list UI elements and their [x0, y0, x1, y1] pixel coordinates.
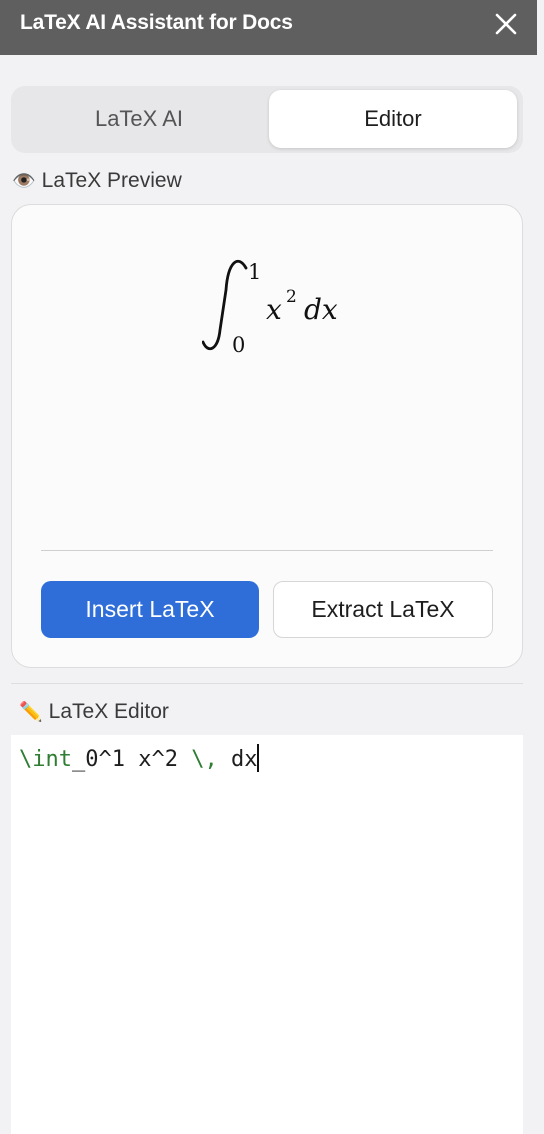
- formula-upper-limit: 1: [248, 260, 261, 284]
- latex-preview-card: 1 0 x 2 dx Insert LaTeX Extract LaTeX: [11, 204, 523, 668]
- editor-label-text: LaTeX Editor: [48, 700, 169, 723]
- section-divider: [11, 683, 523, 684]
- mode-tabs: LaTeX AI Editor: [11, 86, 523, 153]
- latex-editor-input[interactable]: \int_0^1 x^2 \, dx: [11, 735, 523, 1134]
- formula-base: x: [266, 293, 282, 326]
- preview-section-label: 👁️ LaTeX Preview: [12, 169, 182, 193]
- code-token-command: \,: [191, 747, 218, 772]
- preview-divider: [41, 550, 493, 551]
- tab-editor[interactable]: Editor: [269, 90, 517, 148]
- text-caret: [257, 744, 259, 772]
- close-icon[interactable]: [489, 8, 523, 42]
- formula-lower-limit: 0: [232, 333, 245, 357]
- insert-latex-button[interactable]: Insert LaTeX: [41, 581, 259, 638]
- preview-label-text: LaTeX Preview: [41, 169, 182, 192]
- formula-differential: dx: [304, 293, 338, 326]
- code-token-plain: dx: [217, 747, 258, 772]
- tab-latex-ai[interactable]: LaTeX AI: [15, 90, 263, 148]
- code-token-plain: _0^1 x^2: [71, 747, 192, 772]
- rendered-formula: 1 0 x 2 dx: [202, 260, 338, 357]
- window-title: LaTeX AI Assistant for Docs: [20, 11, 293, 34]
- title-bar: LaTeX AI Assistant for Docs: [0, 0, 537, 55]
- extract-latex-button[interactable]: Extract LaTeX: [273, 581, 493, 638]
- pencil-icon: ✏️: [19, 701, 43, 723]
- code-token-command: \int: [19, 747, 72, 772]
- editor-section-label: ✏️ LaTeX Editor: [19, 700, 169, 724]
- eye-icon: 👁️: [12, 170, 36, 192]
- formula-exponent: 2: [286, 287, 297, 307]
- code-line: \int_0^1 x^2 \, dx: [19, 744, 259, 772]
